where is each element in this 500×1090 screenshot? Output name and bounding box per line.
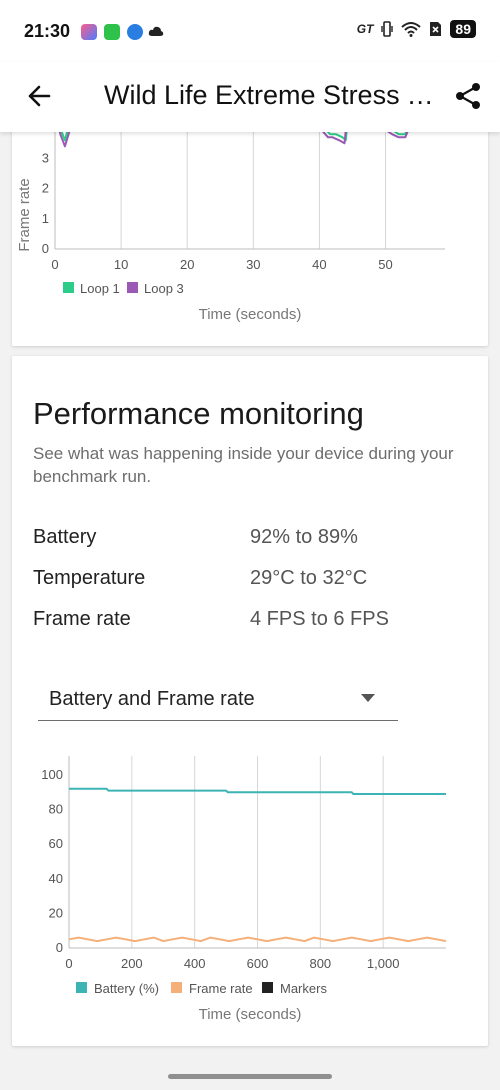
y-tick-label: 0 bbox=[56, 940, 63, 955]
legend-framerate-swatch bbox=[171, 982, 182, 993]
legend-loop3-swatch bbox=[127, 282, 138, 293]
cloud-icon bbox=[148, 26, 164, 36]
gt-app-icon bbox=[127, 24, 143, 40]
status-bar: 21:30 GT 89 bbox=[0, 0, 500, 62]
back-arrow-icon[interactable] bbox=[24, 80, 56, 112]
app-bar: Wild Life Extreme Stress Test bbox=[0, 62, 500, 132]
section-description: See what was happening inside your devic… bbox=[33, 444, 454, 486]
home-indicator[interactable] bbox=[168, 1074, 332, 1079]
y-tick-label: 100 bbox=[41, 767, 63, 782]
y-tick-label: 2 bbox=[42, 181, 49, 196]
y-tick-label: 1 bbox=[42, 211, 49, 226]
x-tick-label: 20 bbox=[180, 257, 194, 272]
chart2-x-ticks: 0 200 400 600 800 1,000 bbox=[65, 956, 399, 971]
chart1-y-ticks: 01234 bbox=[42, 120, 49, 256]
chart-metric-dropdown[interactable]: Battery and Frame rate bbox=[38, 666, 398, 721]
metric-frame-rate-value: 4 FPS to 6 FPS bbox=[250, 608, 389, 630]
chart1-y-axis-label: Frame rate bbox=[16, 178, 33, 251]
chart1-x-axis-label: Time (seconds) bbox=[199, 306, 302, 323]
x-tick-label: 10 bbox=[114, 257, 128, 272]
legend-loop1-swatch bbox=[63, 282, 74, 293]
metric-temperature-label: Temperature bbox=[33, 567, 146, 589]
chart2-grid bbox=[68, 756, 446, 949]
gt-mode-label: GT bbox=[356, 22, 374, 36]
calendar-app-icon bbox=[104, 24, 120, 40]
x-tick-label: 30 bbox=[246, 257, 260, 272]
dropdown-selected-value: Battery and Frame rate bbox=[49, 688, 255, 710]
x-tick-label: 800 bbox=[309, 956, 331, 971]
legend-loop3-label: Loop 3 bbox=[144, 281, 184, 296]
wifi-icon bbox=[401, 22, 422, 37]
share-icon[interactable] bbox=[452, 80, 484, 112]
dropdown-arrow-icon bbox=[361, 694, 375, 702]
legend-framerate-label: Frame rate bbox=[189, 981, 253, 996]
metric-battery-value: 92% to 89% bbox=[250, 526, 358, 548]
chart1-x-ticks: 0 10 20 30 40 50 bbox=[51, 257, 392, 272]
battery-framerate-chart: 0 20 40 60 80 100 0 200 400 600 800 1,000 Battery … bbox=[41, 756, 447, 1023]
x-tick-label: 0 bbox=[51, 257, 58, 272]
status-time: 21:30 bbox=[24, 21, 71, 41]
y-tick-label: 20 bbox=[49, 905, 63, 920]
legend-battery-label: Battery (%) bbox=[94, 981, 159, 996]
page-title: Wild Life Extreme Stress Test bbox=[104, 80, 434, 110]
x-tick-label: 400 bbox=[184, 956, 206, 971]
section-title: Performance monitoring bbox=[33, 396, 364, 431]
chart2-x-axis-label: Time (seconds) bbox=[199, 1006, 302, 1023]
legend-battery-swatch bbox=[76, 982, 87, 993]
no-sim-icon bbox=[430, 22, 442, 36]
vibrate-icon bbox=[381, 21, 394, 37]
x-tick-label: 600 bbox=[247, 956, 269, 971]
y-tick-label: 0 bbox=[42, 241, 49, 256]
metric-battery-label: Battery bbox=[33, 526, 97, 548]
frame-rate-chart-card: 01234 01020304050 Frame rate Loop 1 Loop… bbox=[12, 110, 488, 346]
legend-markers-swatch bbox=[262, 982, 273, 993]
photos-app-icon bbox=[81, 24, 97, 40]
x-tick-label: 1,000 bbox=[367, 956, 400, 971]
frame-rate-chart: 01234 01020304050 Frame rate Loop 1 Loop… bbox=[16, 110, 445, 323]
chart2-y-ticks: 0 20 40 60 80 100 bbox=[41, 767, 63, 955]
y-tick-label: 60 bbox=[49, 836, 63, 851]
y-tick-label: 80 bbox=[49, 802, 63, 817]
x-tick-label: 0 bbox=[65, 956, 72, 971]
y-tick-label: 3 bbox=[42, 150, 49, 165]
x-tick-label: 40 bbox=[312, 257, 326, 272]
status-icons: GT 89 bbox=[357, 20, 476, 38]
y-tick-label: 40 bbox=[49, 871, 63, 886]
x-tick-label: 50 bbox=[378, 257, 392, 272]
x-tick-label: 200 bbox=[121, 956, 143, 971]
metric-temperature-value: 29°C to 32°C bbox=[250, 567, 368, 589]
performance-monitoring-card: Performance monitoring See what was happ… bbox=[12, 356, 488, 1046]
battery-level: 89 bbox=[450, 20, 476, 38]
legend-markers-label: Markers bbox=[280, 981, 327, 996]
legend-loop1-label: Loop 1 bbox=[80, 281, 120, 296]
metric-frame-rate-label: Frame rate bbox=[33, 608, 131, 630]
